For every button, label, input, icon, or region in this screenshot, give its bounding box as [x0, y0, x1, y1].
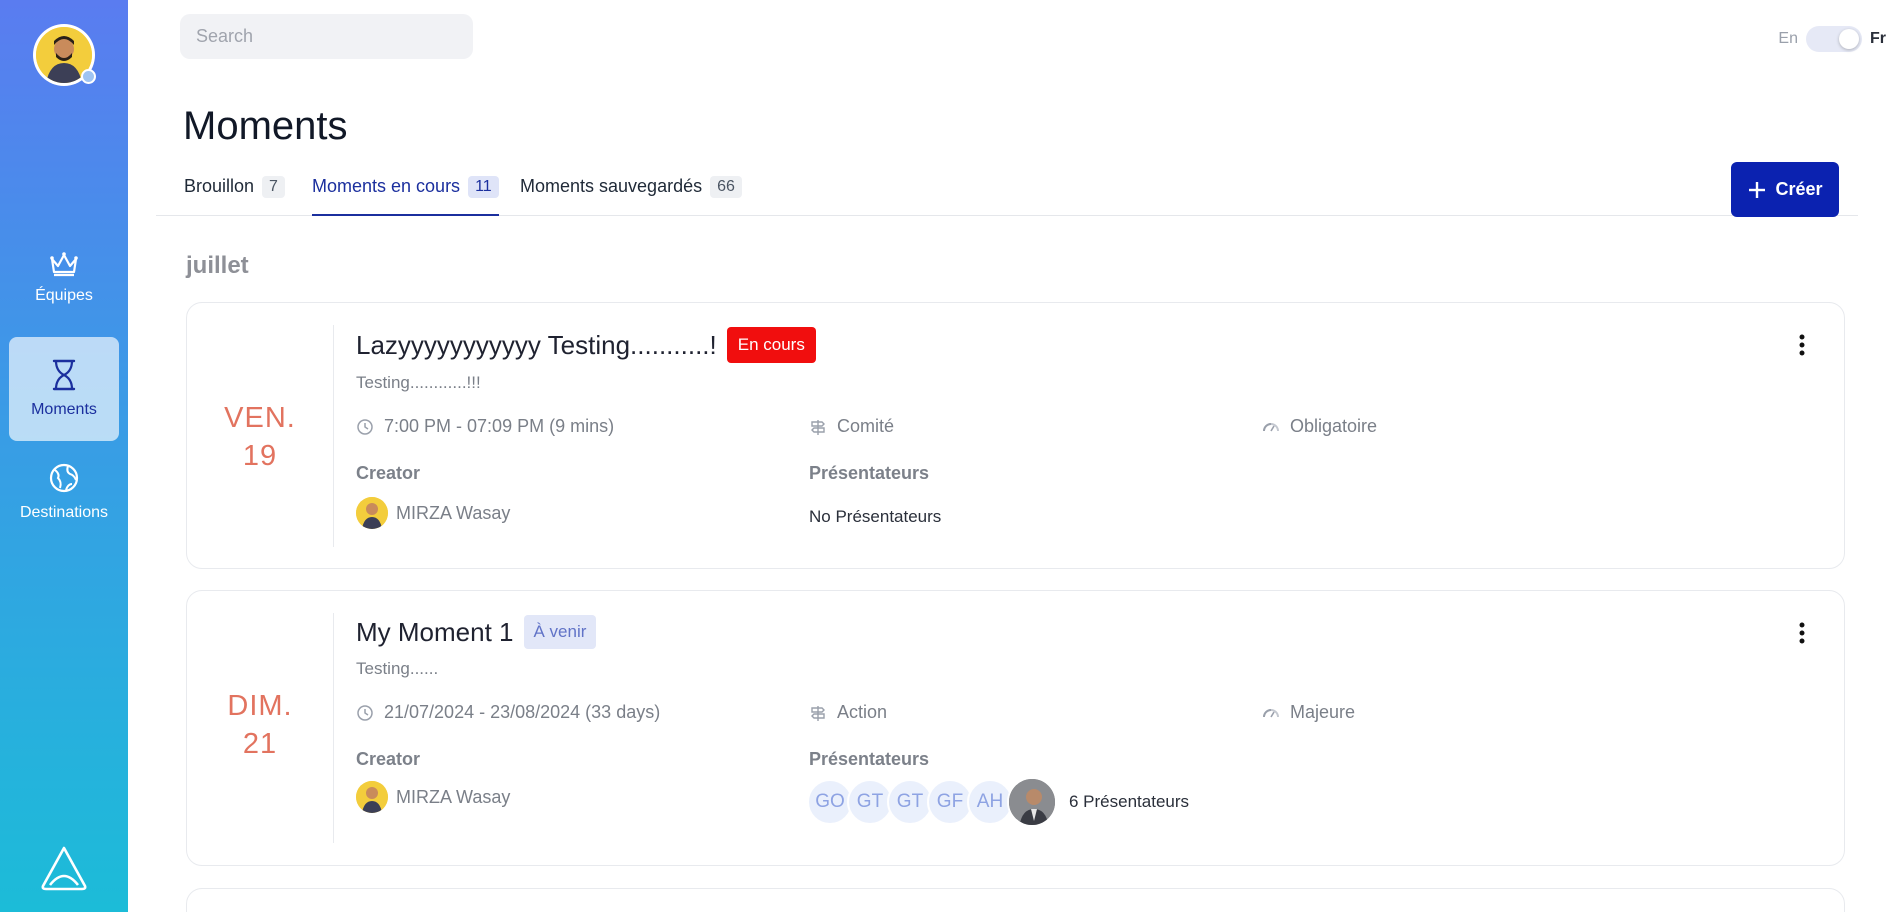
moment-title-row: Lazyyyyyyyyyyy Testing...........! En co… — [356, 327, 816, 363]
month-heading: juillet — [186, 252, 249, 279]
user-avatar[interactable] — [33, 24, 96, 86]
creator[interactable]: MIRZA Wasay — [356, 497, 510, 529]
moment-card[interactable]: DIM. 21 My Moment 1 À venir Testing.....… — [186, 590, 1845, 866]
more-options-icon[interactable] — [1790, 619, 1814, 647]
creator-label: Creator — [356, 463, 421, 483]
moment-time-text: 7:00 PM - 07:09 PM (9 mins) — [384, 416, 615, 436]
tab-count-badge: 11 — [468, 176, 499, 198]
language-toggle[interactable] — [1806, 26, 1862, 52]
moment-day: DIM. — [227, 690, 293, 722]
sidebar-item-label: Destinations — [19, 504, 109, 521]
more-options-icon[interactable] — [1790, 331, 1814, 359]
tab-moments-sauvegardes[interactable]: Moments sauvegardés 66 — [520, 176, 742, 216]
card-divider — [333, 325, 334, 547]
tab-label: Moments sauvegardés — [520, 176, 703, 196]
search-input[interactable] — [180, 14, 473, 59]
create-button-label: Créer — [1775, 179, 1823, 199]
moment-title[interactable]: My Moment 1 — [356, 617, 514, 648]
app-logo[interactable] — [40, 845, 88, 896]
status-badge: En cours — [726, 327, 816, 363]
sidebar-item-label: Équipes — [35, 287, 93, 304]
moment-importance: Obligatoire — [1262, 416, 1377, 437]
creator-label: Creator — [356, 749, 421, 769]
moment-category: Action — [809, 702, 887, 723]
tab-brouillon[interactable]: Brouillon 7 — [184, 176, 285, 216]
tab-bar: Brouillon 7 Moments en cours 11 Moments … — [156, 176, 1858, 216]
moment-time: 7:00 PM - 07:09 PM (9 mins) — [356, 416, 614, 437]
moment-category-text: Comité — [837, 416, 895, 436]
moment-time: 21/07/2024 - 23/08/2024 (33 days) — [356, 702, 660, 723]
moment-date: DIM. 21 — [187, 687, 333, 763]
moment-day-number: 21 — [242, 728, 278, 760]
tab-moments-en-cours[interactable]: Moments en cours 11 — [312, 176, 499, 216]
moment-time-text: 21/07/2024 - 23/08/2024 (33 days) — [384, 702, 661, 722]
sidebar-item-equipes[interactable]: Équipes — [9, 226, 119, 330]
card-divider — [333, 613, 334, 843]
status-badge: À venir — [523, 615, 597, 649]
moment-description: Testing............!!! — [356, 373, 481, 392]
crown-icon — [50, 252, 78, 277]
presenters-count: 6 Présentateurs — [1069, 792, 1190, 811]
create-button[interactable]: Créer — [1731, 162, 1839, 217]
clock-icon — [357, 704, 373, 721]
presenters-label: Présentateurs — [809, 749, 930, 769]
sidebar-item-moments[interactable]: Moments — [9, 337, 119, 441]
gauge-icon — [1263, 422, 1279, 431]
tab-label: Moments en cours — [312, 176, 461, 196]
moment-date: VEN. 19 — [187, 399, 333, 475]
moment-description: Testing...... — [356, 659, 439, 678]
sidebar: Équipes Moments Destinations — [0, 0, 128, 912]
creator-avatar — [356, 781, 388, 813]
moment-title-row: My Moment 1 À venir — [356, 615, 597, 649]
tab-label: Brouillon — [184, 176, 255, 196]
clock-icon — [357, 418, 373, 435]
creator-name: MIRZA Wasay — [396, 786, 511, 807]
moment-category-text: Action — [837, 702, 888, 722]
moment-day: VEN. — [224, 402, 296, 434]
language-fr-label[interactable]: Fr — [1870, 30, 1886, 48]
moment-importance: Majeure — [1262, 702, 1355, 723]
signpost-icon — [811, 419, 825, 435]
tab-count-badge: 7 — [262, 176, 285, 198]
creator[interactable]: MIRZA Wasay — [356, 781, 510, 813]
creator-name: MIRZA Wasay — [396, 502, 511, 523]
page-title: Moments — [183, 104, 348, 148]
gauge-icon — [1263, 708, 1279, 717]
creator-avatar — [356, 497, 388, 529]
moment-card[interactable]: VEN. 19 Lazyyyyyyyyyyy Testing..........… — [186, 302, 1845, 569]
language-switch[interactable]: En Fr — [1778, 26, 1886, 52]
no-presenters-text: No Présentateurs — [809, 507, 942, 526]
toggle-knob — [1839, 29, 1859, 49]
tab-count-badge: 66 — [710, 176, 742, 198]
moment-category: Comité — [809, 416, 894, 437]
moment-day-number: 19 — [242, 440, 278, 472]
presenter-photo-avatar — [1007, 777, 1057, 827]
moment-importance-text: Obligatoire — [1290, 416, 1378, 436]
moment-card[interactable] — [186, 888, 1845, 912]
globe-icon — [49, 463, 79, 493]
hourglass-icon — [52, 359, 76, 391]
online-status-dot — [81, 69, 96, 84]
presenters-label: Présentateurs — [809, 463, 930, 483]
sidebar-item-label: Moments — [31, 401, 97, 418]
signpost-icon — [811, 705, 825, 721]
moment-title[interactable]: Lazyyyyyyyyyyy Testing...........! — [356, 330, 717, 361]
sidebar-item-destinations[interactable]: Destinations — [9, 440, 119, 544]
plus-icon — [1749, 181, 1766, 198]
moment-importance-text: Majeure — [1290, 702, 1356, 722]
language-en-label[interactable]: En — [1778, 30, 1798, 48]
presenters-avatars[interactable]: GO GT GT GF AH 6 Présentateurs — [807, 777, 1189, 827]
